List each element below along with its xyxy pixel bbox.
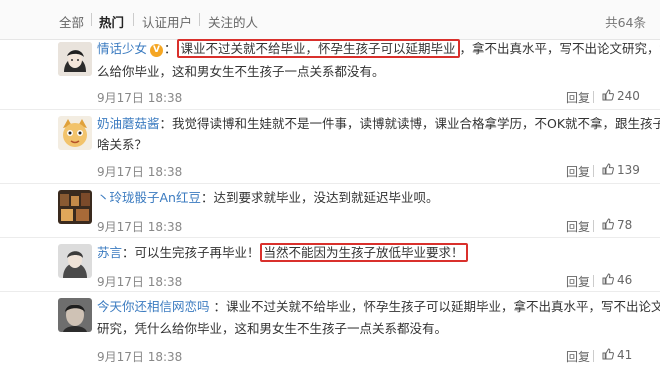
comment-text: ，拿不出真水平，写不出论文研究，凭什: [459, 41, 660, 56]
comment-text-line: 丶玲珑骰子An红豆：达到要求就毕业，没达到就延迟毕业呗。: [97, 189, 439, 207]
comment-time: 9月17日 18:38: [97, 275, 183, 289]
avatar[interactable]: [58, 116, 92, 150]
comment-text: 么给你毕业，这和男女生不生孩子一点关系都没有。: [97, 64, 385, 79]
comment-text-line: 苏言：可以生完孩子再毕业！ 当然不能因为生孩子放低毕业要求！: [97, 243, 468, 262]
tab-divider: [133, 13, 134, 26]
avatar[interactable]: [58, 42, 92, 76]
comment-text: 啥关系？: [97, 137, 148, 152]
comment-time: 9月17日 18:38: [97, 350, 183, 364]
divider: [0, 291, 660, 292]
avatar-icon: [58, 298, 92, 332]
highlighted-text: 当然不能因为生孩子放低毕业要求！: [259, 243, 468, 262]
tab-divider: [199, 13, 200, 26]
comment-username[interactable]: 情话少女: [97, 41, 147, 56]
tab-following[interactable]: 关注的人: [208, 12, 258, 31]
verified-badge-icon: V: [150, 44, 164, 57]
action-divider: [593, 91, 594, 103]
divider: [0, 183, 660, 184]
divider: [0, 109, 660, 110]
divider: [0, 237, 660, 238]
thumbs-up-icon: [602, 273, 614, 285]
comment-filter-tabs: 全部 热门 认证用户 关注的人 共64条: [0, 0, 660, 40]
comment-username[interactable]: 苏言: [97, 245, 122, 260]
tab-all[interactable]: 全部: [59, 12, 84, 31]
thumbs-up-icon: [602, 348, 614, 360]
avatar-icon: [58, 116, 92, 150]
comment-username[interactable]: 今天你还相信网恋吗: [97, 299, 210, 314]
avatar-icon: [58, 190, 92, 224]
like-count: 240: [617, 89, 640, 103]
comment-text-line: 奶油蘑菇酱：我觉得读博和生娃就不是一件事，读博就读博，课业合格拿学历，不OK就不…: [97, 115, 660, 133]
avatar-icon: [58, 42, 92, 76]
reply-button[interactable]: 回复: [566, 89, 590, 106]
like-button[interactable]: 46: [602, 273, 632, 287]
tab-verified-users[interactable]: 认证用户: [142, 12, 192, 31]
comment-text-line: 今天你还相信网恋吗 ：课业不过关就不给毕业，怀孕生孩子可以延期毕业，拿不出真水平…: [97, 298, 660, 316]
comment-text-line: 情话少女 V：课业不过关就不给毕业，怀孕生孩子可以延期毕业 ，拿不出真水平，写不出论…: [97, 39, 660, 58]
comment-time: 9月17日 18:38: [97, 220, 183, 234]
action-divider: [593, 220, 594, 232]
comment-text: ：可以生完孩子再毕业！: [122, 245, 260, 260]
like-count: 139: [617, 163, 640, 177]
like-button[interactable]: 78: [602, 218, 632, 232]
highlighted-text: 课业不过关就不给毕业，怀孕生孩子可以延期毕业: [176, 39, 460, 58]
avatar[interactable]: [58, 298, 92, 332]
reply-button[interactable]: 回复: [566, 348, 590, 365]
comment-text: ：达到要求就毕业，没达到就延迟毕业呗。: [200, 190, 439, 205]
like-count: 41: [617, 348, 633, 362]
thumbs-up-icon: [602, 218, 614, 230]
comment-text: ：课业不过关就不给毕业，怀孕生孩子可以延期毕业，拿不出真水平，写不出论文: [213, 299, 660, 314]
action-divider: [593, 350, 594, 362]
comment-time: 9月17日 18:38: [97, 165, 183, 179]
comment-username[interactable]: 奶油蘑菇酱: [97, 116, 160, 131]
comment-text: ：我觉得读博和生娃就不是一件事，读博就读博，课业合格拿学历，不OK就不拿，跟生孩…: [159, 116, 660, 131]
like-button[interactable]: 240: [602, 89, 640, 103]
comment-text: 研究，凭什么给你毕业，这和男女生不生孩子一点关系都没有。: [97, 321, 448, 336]
like-button[interactable]: 139: [602, 163, 640, 177]
avatar-icon: [58, 244, 92, 278]
comment-time: 9月17日 18:38: [97, 91, 183, 105]
tab-hot[interactable]: 热门: [99, 12, 124, 31]
reply-button[interactable]: 回复: [566, 273, 590, 290]
thumbs-up-icon: [602, 163, 614, 175]
like-count: 46: [617, 273, 633, 287]
like-count: 78: [617, 218, 633, 232]
tab-divider: [91, 13, 92, 26]
like-button[interactable]: 41: [602, 348, 632, 362]
avatar[interactable]: [58, 244, 92, 278]
avatar[interactable]: [58, 190, 92, 224]
action-divider: [593, 275, 594, 287]
action-divider: [593, 165, 594, 177]
reply-button[interactable]: 回复: [566, 218, 590, 235]
comment-username[interactable]: 丶玲珑骰子An红豆: [97, 190, 201, 205]
total-count: 共64条: [605, 15, 646, 30]
thumbs-up-icon: [602, 89, 614, 101]
reply-button[interactable]: 回复: [566, 163, 590, 180]
